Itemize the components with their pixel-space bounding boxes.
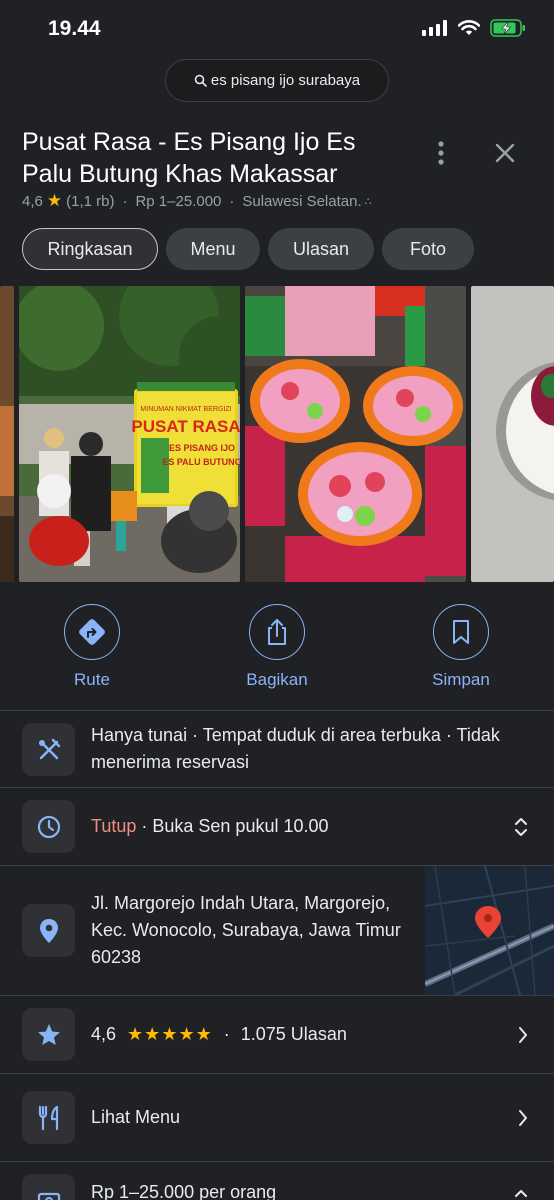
wifi-icon [458, 20, 480, 35]
price-row[interactable]: Rp 1–25.000 per orang [0, 1161, 554, 1200]
reviews-count: 1.075 Ulasan [240, 1024, 347, 1044]
search-pill[interactable]: es pisang ijo surabaya [165, 59, 389, 102]
address-text: Jl. Margorejo Indah Utara, Margorejo, Ke… [91, 893, 401, 967]
share-button-circle[interactable] [249, 604, 305, 660]
close-icon[interactable] [489, 137, 521, 169]
hours-row[interactable]: Tutup · Buka Sen pukul 10.00 [0, 787, 554, 865]
chevron-up-icon[interactable] [514, 1188, 528, 1198]
rating-line: 4,6 ★ (1,1 rb) · Rp 1–25.000 · Sulawesi … [22, 191, 372, 211]
star-icon: ★ [46, 191, 63, 210]
share-icon [268, 619, 286, 645]
reviews-row[interactable]: 4,6 ★★★★★ · 1.075 Ulasan [0, 995, 554, 1073]
tab-ulasan[interactable]: Ulasan [268, 228, 374, 270]
address-row[interactable]: Jl. Margorejo Indah Utara, Margorejo, Ke… [0, 865, 554, 995]
signal-icon [422, 20, 447, 36]
save-button[interactable]: Simpan [401, 604, 521, 690]
price-icon-box [22, 1174, 75, 1200]
separator-dot: · [122, 192, 128, 210]
hours-detail: · Buka Sen pukul 10.00 [136, 816, 329, 836]
hours-icon-box [22, 800, 75, 853]
tab-bar: Ringkasan Menu Ulasan Foto [22, 228, 474, 270]
sign-title: PUSAT RASA [131, 417, 240, 436]
action-bar: Rute Bagikan Simpan [0, 604, 554, 704]
separator-dot: · [223, 1024, 230, 1044]
bookmark-icon [453, 620, 469, 644]
photo-strip[interactable]: MINUMAN NIKMAT BERGIZI PUSAT RASA ES PIS… [0, 286, 554, 582]
status-time: 19.44 [48, 17, 101, 40]
save-label: Simpan [432, 670, 490, 689]
chevron-right-icon[interactable] [518, 1026, 528, 1044]
rating-number: 4,6 [91, 1024, 117, 1044]
battery-charging-icon [490, 19, 525, 37]
map-thumbnail[interactable] [425, 866, 554, 995]
category: Sulawesi Selatan. [242, 192, 362, 210]
hours-text: Tutup · Buka Sen pukul 10.00 [91, 813, 329, 840]
amenities-row[interactable]: Hanya tunai · Tempat duduk di area terbu… [0, 710, 554, 787]
menu-icon-box [22, 1091, 75, 1144]
rating-value: 4,6 [22, 192, 43, 210]
expand-icon[interactable] [514, 816, 528, 838]
amenities-icon-box [22, 723, 75, 776]
price-range: Rp 1–25.000 [135, 192, 222, 210]
location-pin-icon [39, 918, 58, 943]
hours-status: Tutup [91, 816, 137, 836]
photo-stall[interactable]: MINUMAN NIKMAT BERGIZI PUSAT RASA ES PIS… [19, 286, 240, 582]
share-label: Bagikan [246, 670, 308, 689]
amenities-text: Hanya tunai · Tempat duduk di area terbu… [91, 725, 500, 772]
sign-line-1: ES PISANG IJO [169, 443, 235, 453]
directions-icon [79, 619, 105, 645]
clock-icon [37, 815, 60, 838]
photo-thumbnail[interactable] [0, 286, 14, 582]
route-button[interactable]: Rute [32, 604, 152, 690]
search-query: es pisang ijo surabaya [210, 72, 361, 89]
ellipsis-icon: ∴ [364, 195, 372, 208]
more-options-icon[interactable] [430, 137, 452, 169]
menu-row[interactable]: Lihat Menu [0, 1073, 554, 1161]
chevron-right-icon[interactable] [518, 1109, 528, 1127]
cutlery-icon [38, 738, 60, 759]
status-bar: 19.44 [0, 0, 554, 58]
tab-ringkasan[interactable]: Ringkasan [22, 228, 158, 270]
sign-tagline: MINUMAN NIKMAT BERGIZI [140, 406, 231, 413]
search-icon [194, 74, 207, 87]
tab-foto[interactable]: Foto [382, 228, 474, 270]
reviews-icon-box [22, 1008, 75, 1061]
photo-dessert-bowls[interactable] [245, 286, 466, 582]
menu-text: Lihat Menu [91, 1107, 181, 1127]
wallet-icon [37, 1192, 60, 1200]
route-button-circle[interactable] [64, 604, 120, 660]
star-icon [37, 1023, 60, 1045]
save-button-circle[interactable] [433, 604, 489, 660]
restaurant-icon [38, 1105, 58, 1130]
status-icons [422, 19, 526, 37]
photo-plate[interactable] [471, 286, 554, 582]
price-text: Rp 1–25.000 per orang [91, 1182, 277, 1200]
sign-line-2: ES PALU BUTUNG [162, 457, 240, 467]
address-icon-box [22, 904, 75, 957]
rating-stars: ★★★★★ [127, 1024, 213, 1044]
separator-dot: · [229, 192, 235, 210]
place-title: Pusat Rasa - Es Pisang Ijo Es Palu Butun… [22, 128, 356, 188]
tab-menu[interactable]: Menu [166, 228, 260, 270]
review-count: (1,1 rb) [66, 192, 115, 210]
reviews-text: 4,6 ★★★★★ · 1.075 Ulasan [91, 1021, 347, 1048]
share-button[interactable]: Bagikan [217, 604, 337, 690]
route-label: Rute [74, 670, 110, 689]
